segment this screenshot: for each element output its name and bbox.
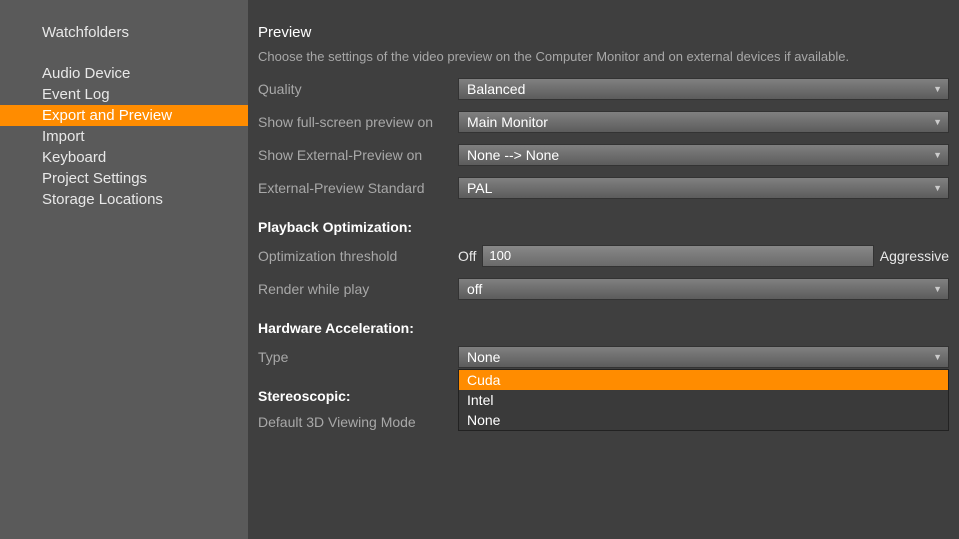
- external-select[interactable]: None --> None: [458, 144, 949, 166]
- threshold-right-label: Aggressive: [880, 248, 949, 264]
- dropdown-item-intel[interactable]: Intel: [459, 390, 948, 410]
- sidebar-header: Watchfolders: [0, 24, 248, 63]
- type-select[interactable]: None: [458, 346, 949, 368]
- render-label: Render while play: [258, 281, 458, 297]
- fullscreen-label: Show full-screen preview on: [258, 114, 458, 130]
- preview-title: Preview: [258, 24, 949, 41]
- quality-label: Quality: [258, 81, 458, 97]
- threshold-label: Optimization threshold: [258, 248, 458, 264]
- quality-select[interactable]: Balanced: [458, 78, 949, 100]
- type-label: Type: [258, 349, 458, 365]
- sidebar-item-audio-device[interactable]: Audio Device: [0, 63, 248, 84]
- sidebar: Watchfolders Audio Device Event Log Expo…: [0, 0, 248, 539]
- sidebar-item-export-preview[interactable]: Export and Preview: [0, 105, 248, 126]
- render-select[interactable]: off: [458, 278, 949, 300]
- sidebar-item-storage-locations[interactable]: Storage Locations: [0, 189, 248, 210]
- main-panel: Preview Choose the settings of the video…: [248, 0, 959, 539]
- preview-desc: Choose the settings of the video preview…: [258, 49, 949, 64]
- sidebar-item-project-settings[interactable]: Project Settings: [0, 168, 248, 189]
- sidebar-item-keyboard[interactable]: Keyboard: [0, 147, 248, 168]
- type-dropdown-menu: Cuda Intel None: [458, 369, 949, 431]
- hardware-header: Hardware Acceleration:: [258, 320, 949, 336]
- external-label: Show External-Preview on: [258, 147, 458, 163]
- stereo-mode-label: Default 3D Viewing Mode: [258, 414, 458, 430]
- dropdown-item-none[interactable]: None: [459, 410, 948, 430]
- standard-select[interactable]: PAL: [458, 177, 949, 199]
- playback-header: Playback Optimization:: [258, 219, 949, 235]
- sidebar-item-import[interactable]: Import: [0, 126, 248, 147]
- threshold-slider[interactable]: 100: [482, 245, 873, 267]
- threshold-left-label: Off: [458, 248, 476, 264]
- standard-label: External-Preview Standard: [258, 180, 458, 196]
- dropdown-item-cuda[interactable]: Cuda: [459, 370, 948, 390]
- fullscreen-select[interactable]: Main Monitor: [458, 111, 949, 133]
- sidebar-item-event-log[interactable]: Event Log: [0, 84, 248, 105]
